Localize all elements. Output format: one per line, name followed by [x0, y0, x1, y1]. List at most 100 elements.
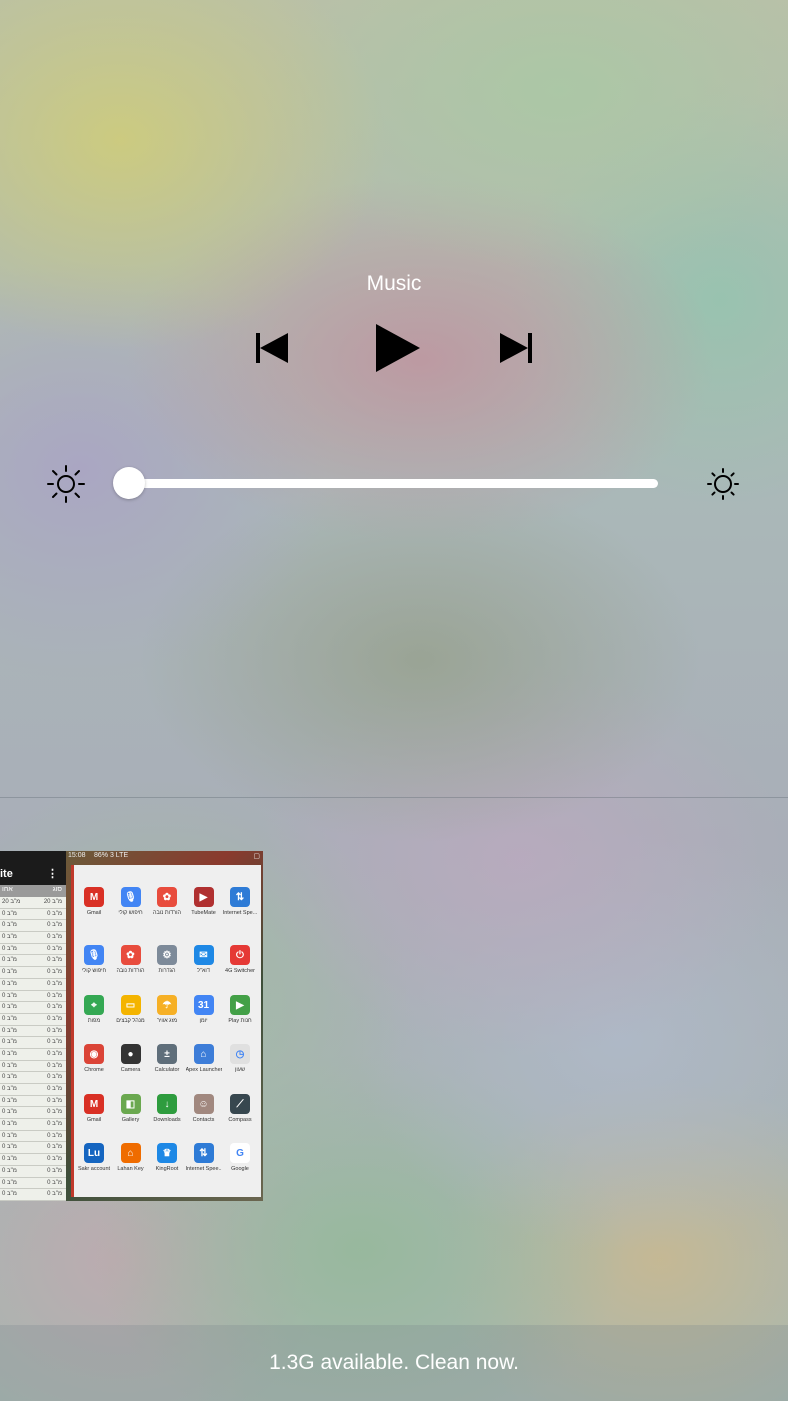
cell: 0 מ"ב: [2, 1109, 17, 1116]
app-shortcut[interactable]: ↓ Downloads: [149, 1094, 185, 1123]
recent-app-thumbnail-left[interactable]: ite ⋮ אחו סוג 20 מ"ב 20 מ"ב 0 מ"ב 0 מ"ב 0 מ"…: [0, 851, 66, 1201]
calculator-icon: ±: [157, 1044, 177, 1064]
cell: 0 מ"ב: [2, 1062, 17, 1069]
cell: 0 מ"ב: [47, 1121, 62, 1128]
cell: 0 מ"ב: [2, 910, 17, 917]
google-icon: G: [230, 1143, 250, 1163]
gmail-icon: M: [84, 887, 104, 907]
cell: 0 מ"ב: [2, 1144, 17, 1151]
app-label: Play חנות: [228, 1018, 252, 1024]
brightness-low-icon: [46, 464, 86, 504]
cell: 0 מ"ב: [47, 1086, 62, 1092]
app-label: Gmail: [86, 910, 102, 916]
cell: 0 מ"ב: [47, 1097, 62, 1104]
skip-next-icon: [500, 333, 532, 363]
table-row: 0 מ"ב 0 מ"ב: [0, 932, 66, 944]
app-shortcut[interactable]: ● Camera: [113, 1044, 149, 1073]
brightness-high-icon: [705, 466, 741, 502]
cell: 0 מ"ב: [2, 1027, 17, 1034]
app-shortcut[interactable]: ⌂ Lahan Key: [113, 1143, 149, 1172]
cell: 0 מ"ב: [2, 1097, 17, 1104]
app-label: חיפוש קולי: [81, 968, 107, 974]
app-shortcut[interactable]: ▭ מנהל קבצים: [113, 995, 149, 1024]
status-time: 15:08: [68, 852, 86, 859]
app-label: מזג אוויר: [156, 1018, 178, 1024]
cell: 0 מ"ב: [47, 1132, 62, 1139]
cell: 0 מ"ב: [47, 1179, 62, 1186]
table-row: 0 מ"ב 0 מ"ב: [0, 944, 66, 956]
table-row: 0 מ"ב 0 מ"ב: [0, 1178, 66, 1190]
compass-icon: ⟋: [230, 1094, 250, 1114]
app-shortcut[interactable]: M Gmail: [76, 1094, 112, 1123]
cell: 0 מ"ב: [2, 1191, 17, 1198]
app-shortcut[interactable]: 31 יומן: [186, 995, 222, 1024]
cell: 0 מ"ב: [2, 992, 17, 999]
cell: 0 מ"ב: [2, 1039, 17, 1046]
brightness-slider-thumb[interactable]: [113, 467, 145, 499]
column-header: סוג: [52, 886, 62, 893]
app-label: חיפוש קולי: [118, 910, 143, 916]
cell: 0 מ"ב: [47, 992, 62, 999]
table-row: 0 מ"ב 0 מ"ב: [0, 1096, 66, 1108]
app-label: הורדות נובה: [152, 910, 181, 916]
play-button[interactable]: [372, 322, 424, 374]
app-shortcut[interactable]: ▶ TubeMate: [186, 887, 222, 916]
previous-track-button[interactable]: [252, 328, 292, 368]
cell: 0 מ"ב: [2, 1015, 17, 1022]
app-label: Google: [231, 1166, 249, 1172]
app-label: Internet Spee...: [185, 1166, 222, 1172]
app-shortcut[interactable]: ✉ דוא"ל: [186, 945, 222, 974]
app-label: Calculator: [154, 1067, 180, 1073]
next-track-button[interactable]: [496, 328, 536, 368]
app-shortcut[interactable]: G Google: [222, 1143, 258, 1172]
app-shortcut[interactable]: ◷ שעון: [222, 1044, 258, 1073]
cell: 0 מ"ב: [2, 1050, 17, 1057]
recent-app-thumbnail-right[interactable]: 15:08 86% 3 LTE ▢ M Gmail 🎙 חיפוש קולי ✿ הורד…: [66, 851, 263, 1201]
app-shortcut[interactable]: 🎙 חיפוש קולי: [113, 887, 149, 916]
app-shortcut[interactable]: ☂ מזג אוויר: [149, 995, 185, 1024]
account-icon: Lu: [84, 1143, 104, 1163]
app-shortcut[interactable]: ⟋ Compass: [222, 1094, 258, 1123]
brightness-slider-track[interactable]: [130, 479, 658, 488]
app-shortcut[interactable]: ⚙ הגדרות: [149, 945, 185, 974]
overflow-menu-icon: ⋮: [47, 868, 58, 880]
app-shortcut[interactable]: M Gmail: [76, 887, 112, 916]
app-shortcut[interactable]: ☺ Contacts: [186, 1094, 222, 1123]
app-shortcut[interactable]: ◉ Chrome: [76, 1044, 112, 1073]
table-row: 0 מ"ב 0 מ"ב: [0, 991, 66, 1003]
cell: 0 מ"ב: [47, 1062, 62, 1069]
table-row: 0 מ"ב 0 מ"ב: [0, 1131, 66, 1143]
app-shortcut[interactable]: ⌖ מפות: [76, 995, 112, 1024]
app-shortcut[interactable]: ✿ הורדות נובה: [113, 945, 149, 974]
app-shortcut[interactable]: ✿ הורדות נובה: [149, 887, 185, 916]
table-row: 0 מ"ב 0 מ"ב: [0, 1107, 66, 1120]
app-drawer: M Gmail 🎙 חיפוש קולי ✿ הורדות נובה ▶ TubeMate ⇅ I…: [71, 865, 261, 1197]
table-row: 0 מ"ב 0 מ"ב: [0, 909, 66, 921]
clean-memory-button[interactable]: 1.3G available. Clean now.: [0, 1325, 788, 1401]
cell: 0 מ"ב: [2, 980, 17, 987]
app-shortcut[interactable]: ⌂ Apex Launcher: [186, 1044, 222, 1073]
app-shortcut[interactable]: 🎙 חיפוש קולי: [76, 945, 112, 974]
app-shortcut[interactable]: ▶ Play חנות: [222, 995, 258, 1024]
app-label: Internet Spe...: [222, 910, 258, 916]
app-shortcut[interactable]: ♛ KingRoot: [149, 1143, 185, 1172]
table-row: 0 מ"ב 0 מ"ב: [0, 967, 66, 979]
gallery-icon: ◧: [120, 1094, 141, 1114]
app-shortcut[interactable]: ⇅ Internet Spee...: [186, 1143, 222, 1172]
app-shortcut[interactable]: Lu Sakr account: [76, 1143, 112, 1172]
app-shortcut[interactable]: ⇅ Internet Spe...: [222, 887, 258, 916]
cell: 0 מ"ב: [47, 1156, 62, 1163]
nova-icon: ✿: [157, 887, 177, 907]
app-label: Lahan Key: [117, 1166, 144, 1172]
app-label: Gallery: [121, 1117, 140, 1123]
cell: 0 מ"ב: [2, 1086, 17, 1092]
play-icon: [376, 324, 420, 372]
app-shortcut[interactable]: ± Calculator: [149, 1044, 185, 1073]
table-row: 0 מ"ב 0 מ"ב: [0, 1049, 66, 1061]
app-shortcut[interactable]: ◧ Gallery: [113, 1094, 149, 1123]
mic-icon: 🎙: [84, 945, 104, 965]
cell: 0 מ"ב: [2, 1004, 17, 1011]
cell: 0 מ"ב: [2, 969, 17, 976]
cell: 20 מ"ב: [43, 899, 62, 905]
app-shortcut[interactable]: ⏻ 4G Switcher: [222, 945, 258, 974]
